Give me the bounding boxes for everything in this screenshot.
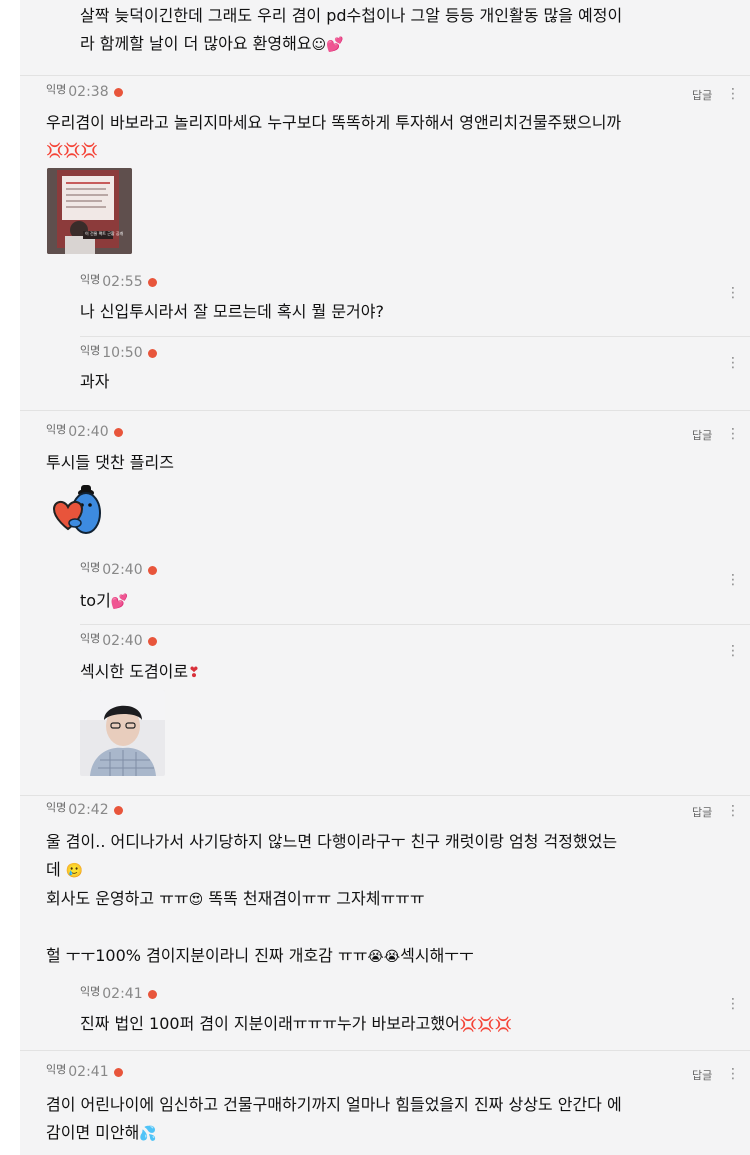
reply-meta: 익명 02:41 [80, 985, 157, 1002]
timestamp: 02:42 [68, 802, 109, 818]
left-gutter [0, 0, 20, 1155]
more-icon[interactable]: ⋮ [726, 573, 740, 587]
attached-image[interactable]: 이 건물 팩트 근황 공개 [47, 168, 132, 254]
emoji: 💕 [110, 594, 129, 610]
sweat-droplets-icon: 💦 [139, 1126, 157, 1142]
comment-meta: 익명 02:38 [46, 83, 123, 100]
comment-body: 울 겸이.. 어디나가서 사기당하지 않느면 다행이라구ㅜ 친구 캐럿이랑 엄청… [46, 828, 726, 971]
reply-meta: 익명 02:40 [80, 632, 157, 649]
image-caption: 이 건물 팩트 근황 공개 [85, 231, 124, 236]
more-icon[interactable]: ⋮ [726, 997, 740, 1011]
comment-body: 살짝 늦덕이긴한데 그래도 우리 겸이 pd수첩이나 그알 등등 개인활동 많을… [80, 2, 730, 59]
reply-button[interactable]: 답글 [692, 1067, 712, 1083]
comment-line: 살짝 늦덕이긴한데 그래도 우리 겸이 pd수첩이나 그알 등등 개인활동 많을… [80, 6, 623, 25]
timestamp: 02:40 [102, 562, 143, 578]
divider [80, 624, 750, 625]
reply-body: 나 신입투시라서 잘 모르는데 혹시 뭘 문거야? [80, 302, 384, 321]
nickname: 익명 [80, 561, 101, 574]
comment-meta: 익명 02:41 [46, 1063, 123, 1080]
comment-meta: 익명 02:40 [46, 423, 123, 440]
reply-body: to기💕 [80, 591, 129, 610]
divider [80, 336, 750, 337]
nickname: 익명 [46, 801, 67, 814]
timestamp: 02:41 [68, 1064, 109, 1080]
comment-line: 우리겸이 바보라고 놀리지마세요 누구보다 똑똑하게 투자해서 영앤리치건물주됐… [46, 113, 622, 132]
reply-button[interactable]: 답글 [692, 427, 712, 443]
reply-body: 진짜 법인 100퍼 겸이 지분이래ㅠㅠㅠ누가 바보라고했어💢💢💢 [80, 1014, 513, 1033]
timestamp: 02:41 [102, 986, 143, 1002]
new-badge [147, 278, 157, 287]
reply-body: 과자 [80, 372, 110, 391]
attached-image[interactable] [80, 690, 165, 776]
new-badge [113, 1068, 123, 1077]
nickname: 익명 [46, 83, 67, 96]
reply-meta: 익명 10:50 [80, 344, 157, 361]
reply-body: 섹시한 도겸이로❣ [80, 662, 200, 681]
divider [20, 410, 750, 411]
comment-line: 감이면 미안해💦 [46, 1123, 157, 1142]
divider [20, 75, 750, 76]
comment-body: 투시들 댓찬 플리즈 [46, 453, 174, 472]
more-icon[interactable]: ⋮ [726, 356, 740, 370]
comment-line: 겸이 어린나이에 임신하고 건물구매하기까지 얼마나 힘들었을지 진짜 상상도 … [46, 1095, 622, 1114]
new-badge [113, 428, 123, 437]
timestamp: 10:50 [102, 345, 143, 361]
new-badge [147, 349, 157, 358]
emoji: 💢💢💢 [46, 143, 99, 159]
more-icon[interactable]: ⋮ [726, 1067, 740, 1081]
nickname: 익명 [80, 273, 101, 286]
comment-body: 우리겸이 바보라고 놀리지마세요 누구보다 똑똑하게 투자해서 영앤리치건물주됐… [46, 109, 726, 165]
divider [20, 795, 750, 796]
reply-button[interactable]: 답글 [692, 87, 712, 103]
comment-meta: 익명 02:42 [46, 801, 123, 818]
emoji: 😍 [188, 892, 204, 908]
portrait-photo [80, 690, 165, 776]
new-badge [113, 806, 123, 815]
comment-line: 헐 ㅜㅜ100% 겸이지분이라니 진짜 개호감 ㅠㅠ😭😭섹시해ㅜㅜ [46, 946, 474, 965]
image-thumbnail [47, 168, 132, 254]
divider [20, 1050, 750, 1051]
comment-line: 울 겸이.. 어디나가서 사기당하지 않느면 다행이라구ㅜ 친구 캐럿이랑 엄청… [46, 832, 618, 851]
heart-exclamation-icon: ❣ [188, 665, 200, 681]
reply-meta: 익명 02:40 [80, 561, 157, 578]
nickname: 익명 [80, 632, 101, 645]
new-badge [147, 566, 157, 575]
emoji: 🥲 [65, 863, 84, 879]
more-icon[interactable]: ⋮ [726, 644, 740, 658]
more-icon[interactable]: ⋮ [726, 87, 740, 101]
timestamp: 02:40 [68, 424, 109, 440]
comment-body: 겸이 어린나이에 임신하고 건물구매하기까지 얼마나 힘들었을지 진짜 상상도 … [46, 1091, 726, 1148]
timestamp: 02:55 [102, 274, 143, 290]
new-badge [147, 990, 157, 999]
new-badge [147, 637, 157, 646]
emoji: ☺💕 [311, 37, 344, 53]
heart-character-sticker [52, 485, 101, 534]
more-icon[interactable]: ⋮ [726, 804, 740, 818]
more-icon[interactable]: ⋮ [726, 427, 740, 441]
nickname: 익명 [80, 985, 101, 998]
comment-line: 회사도 운영하고 ㅠㅠ😍 똑똑 천재겸이ㅠㅠ 그자체ㅠㅠㅠ [46, 889, 425, 908]
reply-button[interactable]: 답글 [692, 804, 712, 820]
timestamp: 02:38 [68, 84, 109, 100]
nickname: 익명 [80, 344, 101, 357]
comment-line: 데 🥲 [46, 860, 84, 879]
reply-meta: 익명 02:55 [80, 273, 157, 290]
new-badge [113, 88, 123, 97]
timestamp: 02:40 [102, 633, 143, 649]
emoji: 😭😭 [367, 949, 401, 965]
nickname: 익명 [46, 423, 67, 436]
emoji: 💢💢💢 [459, 1017, 513, 1033]
nickname: 익명 [46, 1063, 67, 1076]
comment-line: 라 함께할 날이 더 많아요 환영해요☺💕 [80, 34, 344, 53]
more-icon[interactable]: ⋮ [726, 286, 740, 300]
